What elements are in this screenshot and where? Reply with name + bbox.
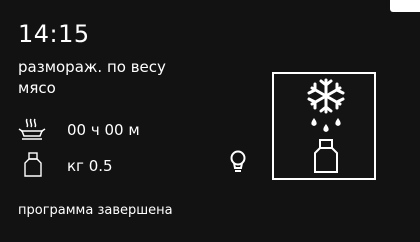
corner-tab xyxy=(390,0,420,12)
food-type: мясо xyxy=(18,79,56,97)
oven-display: 14:15 размораж. по весу мясо 00 ч 00 м к… xyxy=(0,0,420,242)
weight-icon xyxy=(22,152,44,182)
lamp-icon[interactable] xyxy=(228,150,248,178)
program-name: размораж. по весу xyxy=(18,58,166,76)
defrost-by-weight-icon xyxy=(272,72,376,180)
cooking-dish-icon xyxy=(18,117,46,145)
weight-value: кг 0.5 xyxy=(67,157,113,175)
status-message: программа завершена xyxy=(18,203,173,218)
duration-value: 00 ч 00 м xyxy=(67,121,140,139)
clock-time: 14:15 xyxy=(18,20,90,48)
